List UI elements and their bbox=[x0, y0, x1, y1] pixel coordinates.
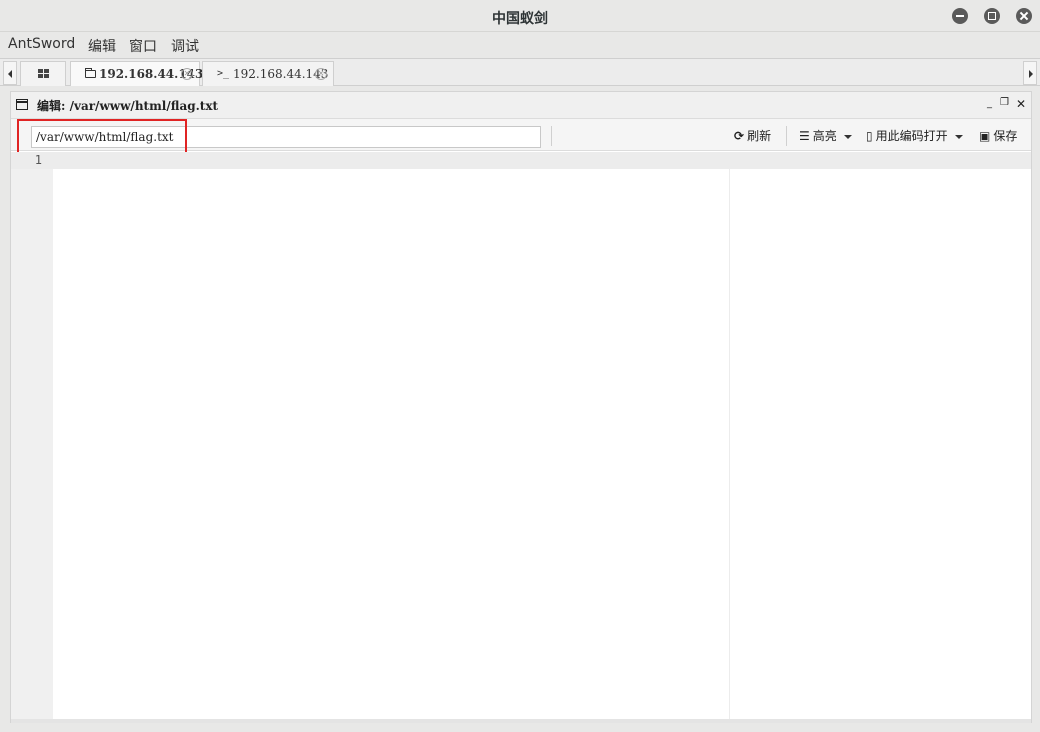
menu-antsword[interactable]: AntSword bbox=[8, 36, 75, 52]
code-editor[interactable]: 1 bbox=[11, 152, 1031, 722]
print-margin bbox=[729, 152, 730, 722]
horizontal-scrollbar[interactable] bbox=[11, 719, 1031, 723]
list-icon: ☰ bbox=[799, 129, 810, 143]
tab-scroll-left-icon[interactable] bbox=[3, 61, 17, 85]
tab-scroll-right-icon[interactable] bbox=[1023, 61, 1037, 85]
tab-bar: 192.168.44.143 ✕ >_ 192.168.44.143 ✕ bbox=[0, 58, 1040, 86]
save-icon: ▣ bbox=[979, 129, 991, 143]
refresh-button[interactable]: ⟳ 刷新 bbox=[734, 127, 771, 144]
panel-close-icon[interactable]: ✕ bbox=[1016, 97, 1026, 111]
refresh-icon: ⟳ bbox=[734, 129, 745, 143]
menu-bar: AntSword 编辑 窗口 调试 bbox=[0, 32, 1040, 58]
editor-toolbar: ⟳刷新 ☰高亮 ▯用此编码打开 ▣保存 bbox=[11, 118, 1031, 155]
tab-home[interactable] bbox=[20, 61, 66, 86]
line-number: 1 bbox=[34, 153, 42, 167]
tab-close-icon[interactable]: ✕ bbox=[315, 68, 327, 80]
terminal-icon: >_ bbox=[217, 68, 230, 79]
chevron-down-icon bbox=[843, 134, 852, 139]
divider bbox=[551, 126, 552, 146]
line-gutter bbox=[11, 152, 53, 722]
title-bar: 中国蚁剑 bbox=[0, 0, 1040, 32]
tab-terminal[interactable]: >_ 192.168.44.143 ✕ bbox=[202, 61, 334, 86]
tab-close-icon[interactable]: ✕ bbox=[181, 68, 193, 80]
editor-panel: 编辑: /var/www/html/flag.txt _ ❐ ✕ ⟳刷新 ☰高亮… bbox=[10, 91, 1032, 723]
panel-minimize-icon[interactable]: _ bbox=[987, 98, 992, 109]
menu-debug[interactable]: 调试 bbox=[171, 36, 199, 56]
minimize-icon[interactable] bbox=[952, 8, 968, 24]
divider bbox=[786, 126, 787, 146]
menu-window[interactable]: 窗口 bbox=[129, 36, 157, 56]
panel-restore-icon[interactable]: ❐ bbox=[1000, 97, 1009, 108]
active-line bbox=[11, 152, 1031, 169]
menu-edit[interactable]: 编辑 bbox=[88, 36, 116, 56]
close-icon[interactable] bbox=[1016, 8, 1032, 24]
folder-icon bbox=[85, 67, 96, 80]
book-icon: ▯ bbox=[866, 129, 873, 143]
grid-icon bbox=[38, 69, 49, 78]
window-title: 中国蚁剑 bbox=[492, 11, 548, 27]
highlight-dropdown[interactable]: ☰ 高亮 bbox=[799, 127, 852, 144]
open-encoding-dropdown[interactable]: ▯ 用此编码打开 bbox=[866, 127, 963, 144]
panel-header: 编辑: /var/www/html/flag.txt _ ❐ ✕ bbox=[11, 92, 1031, 118]
maximize-icon[interactable] bbox=[984, 8, 1000, 24]
window-icon bbox=[16, 99, 28, 110]
tab-file-manager[interactable]: 192.168.44.143 ✕ bbox=[70, 61, 203, 86]
chevron-down-icon bbox=[954, 134, 963, 139]
panel-title: 编辑: /var/www/html/flag.txt bbox=[37, 99, 219, 113]
save-button[interactable]: ▣ 保存 bbox=[979, 127, 1017, 144]
path-input[interactable] bbox=[31, 126, 541, 148]
